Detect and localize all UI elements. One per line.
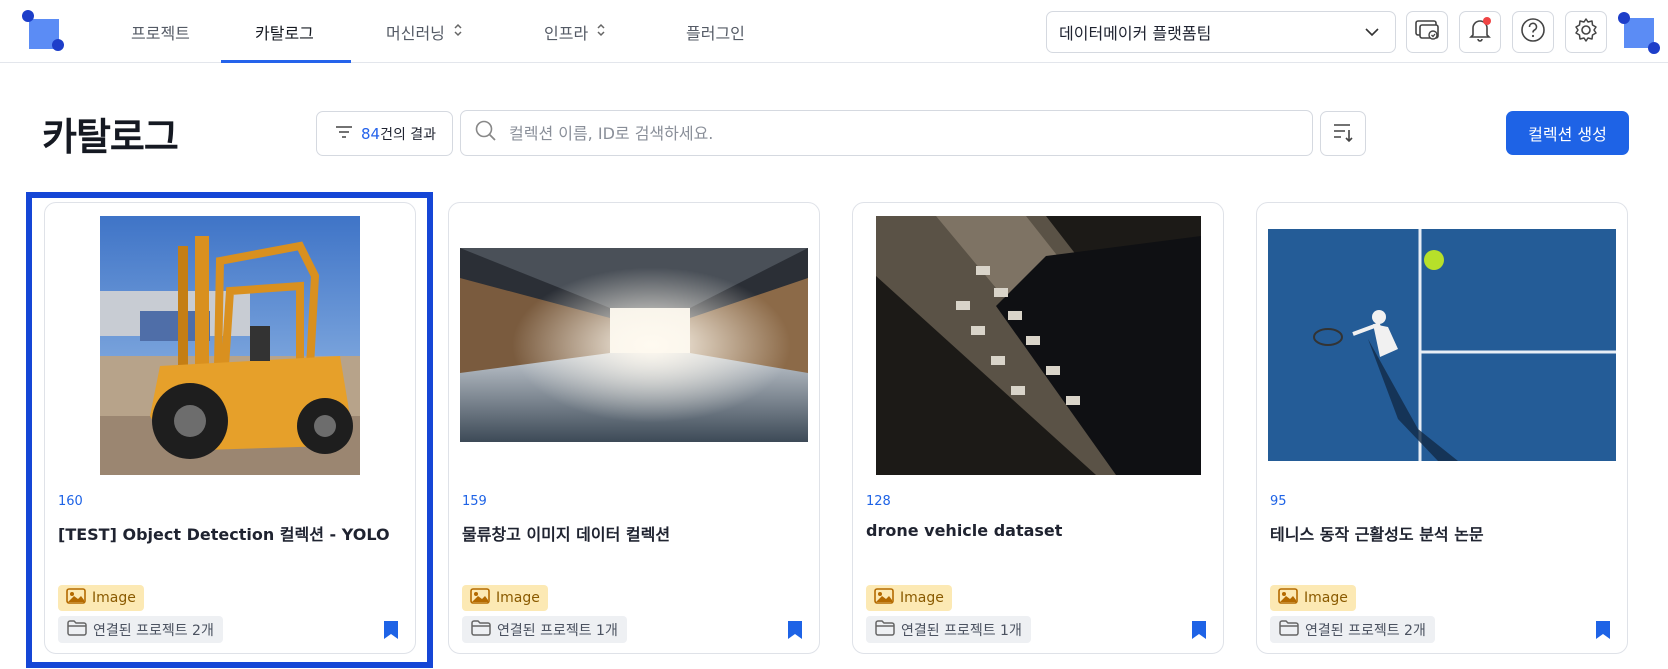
nav-machine-learning[interactable]: 머신러닝 [386,0,463,63]
type-badge-label: Image [1304,590,1348,606]
type-badge-label: Image [92,590,136,606]
card-thumbnail [864,215,1212,475]
forklift-photo [100,215,360,475]
type-badge-label: Image [900,590,944,606]
nav-catalog-label: 카탈로그 [255,23,314,43]
workspace-select[interactable]: 데이터메이커 플랫폼팀 [1046,11,1396,53]
top-navigation: 프로젝트 카탈로그 머신러닝 인프라 플러그인 데이터메이커 플랫폼팀 [0,0,1668,63]
item-count: 95 [1270,494,1287,509]
settings-button[interactable] [1565,11,1607,53]
image-icon [470,588,496,608]
nav-projects-label: 프로젝트 [131,23,190,43]
filter-icon [335,125,353,143]
linked-projects-label: 연결된 프로젝트 1개 [497,622,618,639]
card-thumbnail [460,215,808,475]
collection-title[interactable]: drone vehicle dataset [866,521,1062,540]
gear-icon [1573,17,1599,47]
folder-icon [471,619,497,640]
linked-projects-label: 연결된 프로젝트 2개 [1305,622,1426,639]
warehouse-photo [460,248,808,442]
image-icon [1278,588,1304,608]
nav-projects[interactable]: 프로젝트 [131,0,190,63]
folder-icon [875,619,901,640]
chevron-down-icon [1363,23,1381,45]
filter-button[interactable]: 84 건의 결과 [316,111,453,156]
folder-icon [67,619,93,640]
workspace-switch-button[interactable] [1406,11,1448,53]
linked-projects-badge: 연결된 프로젝트 2개 [1270,616,1435,643]
collection-card[interactable]: 160 [TEST] Object Detection 컬렉션 - YOLO I… [44,202,416,654]
active-tab-indicator [221,60,351,63]
notifications-button[interactable] [1459,11,1501,53]
search-box[interactable] [460,110,1313,156]
card-thumbnail [56,215,404,475]
collection-title[interactable]: 물류창고 이미지 데이터 컬렉션 [462,521,670,545]
folder-icon [1279,619,1305,640]
nav-plugins[interactable]: 플러그인 [686,0,745,63]
item-count: 159 [462,494,487,509]
bell-icon [1468,17,1492,47]
collection-card[interactable]: 128 drone vehicle dataset Image 연결된 프로젝트… [852,202,1224,654]
search-icon [475,120,497,146]
bookmark-icon[interactable] [787,620,803,644]
logo[interactable] [20,10,68,58]
nav-catalog[interactable]: 카탈로그 [255,0,314,63]
linked-projects-label: 연결된 프로젝트 1개 [901,622,1022,639]
linked-projects-label: 연결된 프로젝트 2개 [93,622,214,639]
nav-machine-learning-label: 머신러닝 [386,23,445,43]
bookmark-icon[interactable] [383,620,399,644]
nav-infra[interactable]: 인프라 [544,0,606,63]
search-input[interactable] [509,123,1269,143]
image-icon [874,588,900,608]
chevron-updown-icon [453,23,463,40]
help-icon [1520,17,1546,47]
bookmark-icon[interactable] [1191,620,1207,644]
workspace-icon [1414,18,1440,46]
collection-title[interactable]: 테니스 동작 근활성도 분석 논문 [1270,521,1484,545]
sort-icon [1332,121,1354,147]
image-icon [66,588,92,608]
item-count: 128 [866,494,891,509]
collection-title[interactable]: [TEST] Object Detection 컬렉션 - YOLO [58,521,390,545]
card-thumbnail [1268,215,1616,475]
nav-infra-label: 인프라 [544,23,589,43]
workspace-select-value: 데이터메이커 플랫폼팀 [1059,24,1212,43]
type-badge-label: Image [496,590,540,606]
chevron-updown-icon [596,23,606,40]
result-count-suffix: 건의 결과 [380,126,437,143]
nav-plugins-label: 플러그인 [686,23,745,43]
help-button[interactable] [1512,11,1554,53]
item-count: 160 [58,494,83,509]
bookmark-icon[interactable] [1595,620,1611,644]
sort-button[interactable] [1320,111,1366,156]
type-badge: Image [58,585,144,611]
tennis-photo [1268,229,1616,461]
result-count: 84 [361,124,381,143]
drone-parking-photo [875,215,1201,475]
create-collection-button[interactable]: 컬렉션 생성 [1506,111,1629,155]
linked-projects-badge: 연결된 프로젝트 1개 [462,616,627,643]
collection-card[interactable]: 159 물류창고 이미지 데이터 컬렉션 Image 연결된 프로젝트 1개 [448,202,820,654]
avatar[interactable] [1617,11,1660,54]
collection-card[interactable]: 95 테니스 동작 근활성도 분석 논문 Image 연결된 프로젝트 2개 [1256,202,1628,654]
linked-projects-badge: 연결된 프로젝트 1개 [866,616,1031,643]
type-badge: Image [462,585,548,611]
type-badge: Image [1270,585,1356,611]
type-badge: Image [866,585,952,611]
page-title: 카탈로그 [42,115,179,159]
linked-projects-badge: 연결된 프로젝트 2개 [58,616,223,643]
